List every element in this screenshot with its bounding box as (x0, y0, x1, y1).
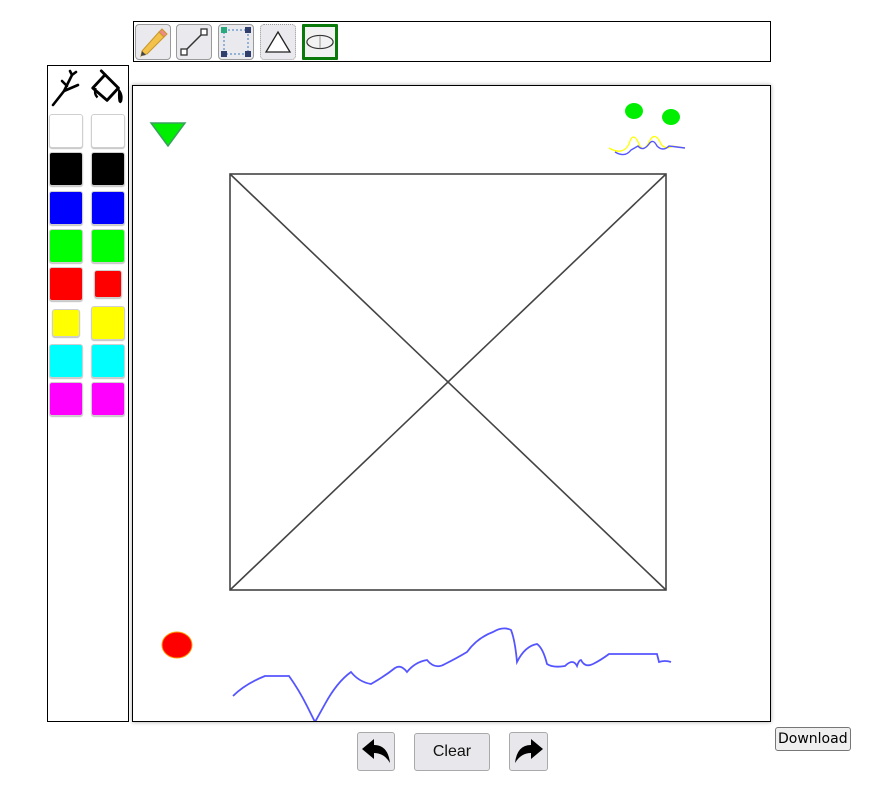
canvas-drawing (149, 103, 686, 724)
line-icon (180, 28, 208, 56)
redo-arrow-icon (514, 738, 543, 763)
shape-toolbar (133, 21, 771, 62)
rectangle-tool-button[interactable] (218, 24, 254, 60)
stroke-color-swatch[interactable] (49, 382, 83, 417)
download-button[interactable]: Download (775, 727, 851, 751)
fill-color-swatch[interactable] (94, 270, 122, 299)
drawn-red-dot (161, 631, 193, 659)
ellipse-tool-button[interactable] (302, 24, 338, 60)
stroke-color-swatch[interactable] (49, 267, 83, 302)
redo-button[interactable] (509, 732, 548, 771)
drawn-yellow-scribble (608, 135, 686, 152)
drawn-triangle (149, 122, 187, 148)
fill-color-swatch[interactable] (91, 343, 125, 378)
fill-color-swatch[interactable] (91, 228, 125, 263)
stroke-color-swatch[interactable] (52, 308, 80, 337)
fill-color-swatch[interactable] (91, 114, 125, 148)
stroke-color-swatch[interactable] (49, 152, 83, 187)
drawn-blue-scribble (232, 627, 672, 724)
stroke-mode-button[interactable] (48, 68, 86, 108)
pencil-icon (140, 28, 168, 58)
rectangle-select-icon (221, 27, 251, 57)
drawn-green-dot-2 (662, 109, 680, 125)
stroke-color-swatch[interactable] (49, 114, 83, 148)
triangle-tool-button[interactable] (260, 24, 296, 60)
undo-button[interactable] (357, 732, 395, 771)
undo-arrow-icon (362, 738, 390, 763)
clear-button[interactable]: Clear (414, 733, 490, 771)
download-label: Download (778, 731, 848, 747)
triangle-icon (264, 30, 292, 53)
fill-color-swatch[interactable] (91, 190, 125, 225)
fill-mode-button[interactable] (88, 68, 126, 108)
fill-color-swatch[interactable] (91, 382, 125, 417)
ellipse-icon (306, 34, 334, 50)
fill-color-swatch[interactable] (91, 152, 125, 187)
clear-label: Clear (432, 743, 472, 760)
pencil-tool-button[interactable] (135, 24, 171, 60)
stroke-color-swatch[interactable] (49, 343, 83, 378)
stroke-color-swatch[interactable] (49, 190, 83, 225)
stroke-color-swatch[interactable] (49, 228, 83, 263)
fill-color-swatch[interactable] (91, 305, 125, 340)
color-palette (47, 65, 129, 722)
line-tool-button[interactable] (176, 24, 212, 60)
drawn-green-dot-1 (625, 103, 643, 119)
paint-bucket-icon (91, 69, 123, 104)
branch-stroke-icon (51, 69, 80, 107)
drawing-canvas[interactable] (132, 85, 771, 724)
